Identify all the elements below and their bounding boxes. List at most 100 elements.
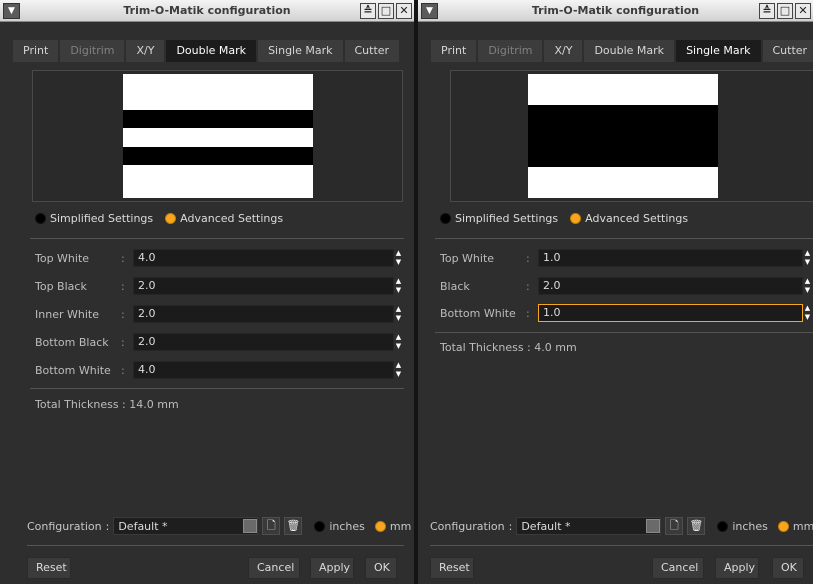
bottom-white-spinner[interactable]: ▲ ▼ — [395, 361, 402, 379]
mm-radio[interactable]: mm — [374, 520, 411, 533]
total-thickness: Total Thickness : 14.0 mm — [35, 398, 179, 411]
field-top-black: Top Black: 2.0 ▲ ▼ — [35, 277, 402, 295]
configuration-dropdown[interactable]: Default * — [113, 517, 259, 535]
shade-icon[interactable]: ≙ — [759, 3, 775, 19]
inches-radio[interactable]: inches — [717, 520, 768, 533]
bottom-black-spinner[interactable]: ▲ ▼ — [395, 333, 402, 351]
maximize-icon[interactable]: □ — [777, 3, 793, 19]
top-black-band — [123, 110, 313, 128]
tab-double-mark[interactable]: Double Mark — [166, 40, 257, 62]
maximize-icon[interactable]: □ — [378, 3, 394, 19]
apply-button[interactable]: Apply — [310, 557, 354, 579]
tab-digitrim: Digitrim — [478, 40, 543, 62]
top-white-spinner[interactable]: ▲ ▼ — [804, 249, 811, 267]
configuration-dropdown[interactable]: Default * — [516, 517, 662, 535]
tab-single-mark[interactable]: Single Mark — [676, 40, 761, 62]
advanced-settings-radio[interactable]: Advanced Settings — [570, 212, 688, 225]
radio-selected-icon — [777, 520, 789, 532]
new-config-icon[interactable]: 🗋 — [262, 517, 281, 535]
delete-icon[interactable]: 🗑 — [687, 517, 706, 535]
mm-radio[interactable]: mm — [777, 520, 813, 533]
top-black-input[interactable]: 2.0 — [133, 277, 394, 295]
separator — [30, 238, 404, 239]
ok-button[interactable]: OK — [772, 557, 804, 579]
radio-selected-icon — [570, 213, 582, 224]
inner-white-spinner[interactable]: ▲ ▼ — [395, 305, 402, 323]
tab-cutter[interactable]: Cutter — [344, 40, 400, 62]
reset-button[interactable]: Reset — [430, 557, 474, 579]
bottom-white-input[interactable]: 1.0 — [538, 304, 803, 322]
tab-cutter[interactable]: Cutter — [762, 40, 813, 62]
top-black-spinner[interactable]: ▲ ▼ — [395, 277, 402, 295]
reset-button[interactable]: Reset — [27, 557, 71, 579]
inches-radio[interactable]: inches — [314, 520, 365, 533]
radio-unselected-icon — [35, 213, 46, 224]
mark-preview — [32, 70, 403, 202]
tab-print[interactable]: Print — [13, 40, 59, 62]
configuration-row: Configuration : Default * 🗋 🗑 inches mm — [430, 517, 813, 535]
total-thickness-value: 14.0 mm — [129, 398, 179, 411]
top-white-spinner[interactable]: ▲ ▼ — [395, 249, 402, 267]
configuration-label: Configuration — [430, 519, 505, 533]
separator — [435, 238, 813, 239]
total-thickness-value: 4.0 mm — [534, 341, 577, 354]
field-bottom-white: Bottom White: 1.0 ▲ ▼ — [440, 304, 811, 322]
single-mark-graphic — [528, 74, 718, 198]
cancel-button[interactable]: Cancel — [248, 557, 300, 579]
tab-digitrim: Digitrim — [60, 40, 125, 62]
simplified-settings-radio[interactable]: Simplified Settings — [440, 212, 558, 225]
field-inner-white: Inner White: 2.0 ▲ ▼ — [35, 305, 402, 323]
mode-selector: Simplified Settings Advanced Settings — [440, 212, 688, 225]
delete-icon[interactable]: 🗑 — [284, 517, 303, 535]
configuration-label: Configuration — [27, 519, 102, 533]
top-white-input[interactable]: 4.0 — [133, 249, 394, 267]
close-icon[interactable]: ✕ — [396, 3, 412, 19]
tab-single-mark[interactable]: Single Mark — [258, 40, 343, 62]
single-mark-window: ▼ Trim-O-Matik configuration ≙ □ ✕ Print… — [418, 0, 813, 584]
bottom-black-input[interactable]: 2.0 — [133, 333, 394, 351]
top-white-input[interactable]: 1.0 — [538, 249, 803, 267]
tab-double-mark[interactable]: Double Mark — [584, 40, 675, 62]
window-menu-icon[interactable]: ▼ — [3, 3, 20, 19]
cancel-button[interactable]: Cancel — [652, 557, 704, 579]
chevron-down-icon[interactable] — [243, 519, 258, 533]
separator — [27, 545, 404, 546]
radio-unselected-icon — [314, 520, 326, 532]
configuration-row: Configuration : Default * 🗋 🗑 inches mm — [27, 517, 411, 535]
radio-unselected-icon — [717, 520, 729, 532]
tab-xy[interactable]: X/Y — [126, 40, 165, 62]
title-bar[interactable]: ▼ Trim-O-Matik configuration ≙ □ ✕ — [0, 0, 414, 22]
close-icon[interactable]: ✕ — [795, 3, 811, 19]
double-mark-graphic — [123, 74, 313, 198]
window-title: Trim-O-Matik configuration — [531, 4, 700, 17]
black-band — [528, 105, 718, 167]
bottom-white-spinner[interactable]: ▲ ▼ — [804, 304, 811, 322]
new-config-icon[interactable]: 🗋 — [665, 517, 684, 535]
tab-bar: Print Digitrim X/Y Double Mark Single Ma… — [431, 40, 813, 62]
tab-xy[interactable]: X/Y — [544, 40, 583, 62]
simplified-settings-radio[interactable]: Simplified Settings — [35, 212, 153, 225]
chevron-down-icon[interactable] — [646, 519, 661, 533]
advanced-settings-radio[interactable]: Advanced Settings — [165, 212, 283, 225]
window-title: Trim-O-Matik configuration — [123, 4, 291, 17]
field-top-white: Top White: 4.0 ▲ ▼ — [35, 249, 402, 267]
field-bottom-white: Bottom White: 4.0 ▲ ▼ — [35, 361, 402, 379]
black-spinner[interactable]: ▲ ▼ — [804, 277, 811, 295]
radio-unselected-icon — [440, 213, 451, 224]
separator — [30, 388, 404, 389]
double-mark-window: ▼ Trim-O-Matik configuration ≙ □ ✕ Print… — [0, 0, 414, 584]
radio-selected-icon — [165, 213, 177, 224]
tab-print[interactable]: Print — [431, 40, 477, 62]
inner-white-input[interactable]: 2.0 — [133, 305, 394, 323]
title-bar[interactable]: ▼ Trim-O-Matik configuration ≙ □ ✕ — [418, 0, 813, 22]
radio-selected-icon — [374, 520, 386, 532]
shade-icon[interactable]: ≙ — [360, 3, 376, 19]
bottom-white-input[interactable]: 4.0 — [133, 361, 394, 379]
black-input[interactable]: 2.0 — [538, 277, 803, 295]
ok-button[interactable]: OK — [365, 557, 397, 579]
mode-selector: Simplified Settings Advanced Settings — [35, 212, 283, 225]
apply-button[interactable]: Apply — [715, 557, 759, 579]
field-bottom-black: Bottom Black: 2.0 ▲ ▼ — [35, 333, 402, 351]
window-menu-icon[interactable]: ▼ — [421, 3, 438, 19]
mark-preview — [450, 70, 813, 202]
